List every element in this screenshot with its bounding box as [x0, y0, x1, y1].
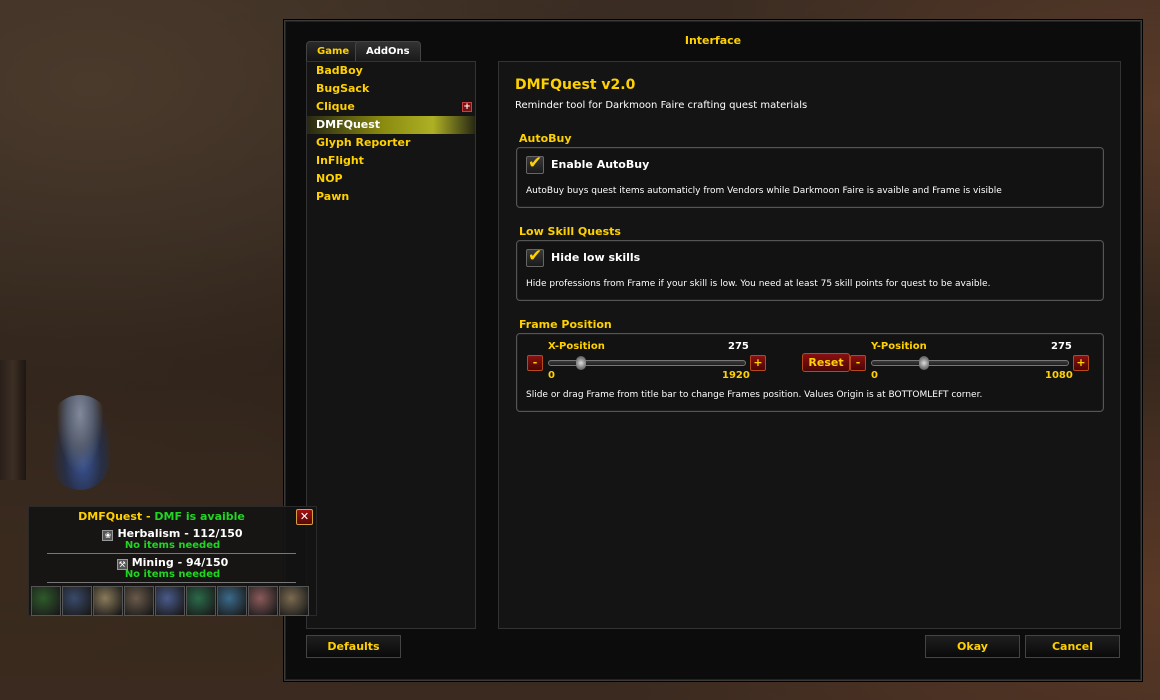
- section-label-low-skill: Low Skill Quests: [519, 225, 621, 238]
- addon-description: Reminder tool for Darkmoon Faire craftin…: [515, 100, 808, 111]
- frame-position-help-text: Slide or drag Frame from title bar to ch…: [526, 390, 983, 400]
- addon-label: InFlight: [316, 154, 364, 167]
- interface-window: Interface Game AddOns BadBoy BugSack Cli…: [284, 20, 1142, 681]
- reset-position-button[interactable]: Reset: [802, 353, 850, 372]
- armor-item-icon[interactable]: [155, 586, 185, 616]
- parchment-item-icon[interactable]: [279, 586, 309, 616]
- expand-icon[interactable]: +: [462, 102, 472, 112]
- dmfquest-frame-title[interactable]: DMFQuest - DMF is avaible: [29, 510, 294, 523]
- x-position-label: X-Position: [548, 341, 605, 352]
- section-label-frame-position: Frame Position: [519, 318, 612, 331]
- dmfquest-name: DMFQuest: [78, 510, 143, 523]
- x-position-slider[interactable]: [548, 356, 746, 370]
- y-increment-button[interactable]: +: [1073, 355, 1089, 371]
- y-min-label: 0: [871, 370, 878, 381]
- hide-low-skills-label: Hide low skills: [551, 251, 641, 264]
- addon-item-dmfquest[interactable]: DMFQuest: [307, 116, 475, 134]
- y-decrement-button[interactable]: -: [850, 355, 866, 371]
- addon-label: Glyph Reporter: [316, 136, 411, 149]
- low-skill-help-text: Hide professions from Frame if your skil…: [526, 279, 991, 289]
- title-separator: -: [142, 510, 155, 523]
- y-max-label: 1080: [1045, 370, 1073, 381]
- autobuy-checkbox-label: Enable AutoBuy: [551, 158, 650, 171]
- addon-item-glyph-reporter[interactable]: Glyph Reporter: [307, 134, 475, 152]
- gem-item-icon[interactable]: [186, 586, 216, 616]
- tab-game[interactable]: Game: [306, 41, 361, 61]
- defaults-button[interactable]: Defaults: [306, 635, 401, 658]
- close-icon[interactable]: ✕: [296, 509, 313, 525]
- mining-label: Mining - 94/150: [131, 556, 229, 569]
- profession-row-mining: ⚒ Mining - 94/150: [29, 556, 316, 570]
- dmf-status-text: DMF is avaible: [154, 510, 245, 523]
- egg-item-icon[interactable]: [248, 586, 278, 616]
- section-low-skill: ✔ Hide low skills Hide professions from …: [516, 240, 1104, 301]
- addon-list: BadBoy BugSack Clique + DMFQuest Glyph R…: [306, 61, 476, 629]
- x-position-value: 275: [728, 341, 749, 352]
- section-frame-position: X-Position 275 - + 0 1920 Reset Y-Positi…: [516, 333, 1104, 412]
- checkmark-icon: ✔: [528, 246, 543, 266]
- y-position-slider[interactable]: [871, 356, 1069, 370]
- addon-options-panel: DMFQuest v2.0 Reminder tool for Darkmoon…: [498, 61, 1121, 629]
- addon-item-pawn[interactable]: Pawn: [307, 188, 475, 206]
- box-item-icon[interactable]: [62, 586, 92, 616]
- section-label-autobuy: AutoBuy: [519, 132, 572, 145]
- x-decrement-button[interactable]: -: [527, 355, 543, 371]
- y-position-label: Y-Position: [871, 341, 927, 352]
- profession-row-herbalism: ❀ Herbalism - 112/150: [29, 527, 316, 541]
- addon-label: NOP: [316, 172, 343, 185]
- dmfquest-frame[interactable]: DMFQuest - DMF is avaible ✕ ❀ Herbalism -…: [28, 506, 317, 616]
- addon-item-bugsack[interactable]: BugSack: [307, 80, 475, 98]
- x-max-label: 1920: [722, 370, 750, 381]
- x-slider-thumb[interactable]: [576, 356, 586, 370]
- addon-item-nop[interactable]: NOP: [307, 170, 475, 188]
- divider: [47, 582, 296, 583]
- addon-label: Pawn: [316, 190, 350, 203]
- addon-label: Clique: [316, 100, 355, 113]
- herb-item-icon[interactable]: [31, 586, 61, 616]
- y-position-value: 275: [1051, 341, 1072, 352]
- autobuy-help-text: AutoBuy buys quest items automaticly fro…: [526, 186, 1002, 196]
- addon-item-inflight[interactable]: InFlight: [307, 152, 475, 170]
- book-item-icon[interactable]: [217, 586, 247, 616]
- addon-title: DMFQuest v2.0: [515, 77, 636, 93]
- background-post: [0, 360, 26, 480]
- addon-label: BugSack: [316, 82, 370, 95]
- tab-addons[interactable]: AddOns: [355, 41, 421, 61]
- hide-low-skills-checkbox[interactable]: ✔: [526, 246, 544, 267]
- divider: [47, 553, 296, 554]
- y-slider-thumb[interactable]: [919, 356, 929, 370]
- autobuy-checkbox[interactable]: ✔: [526, 153, 544, 174]
- herbalism-status: No items needed: [124, 540, 221, 551]
- x-increment-button[interactable]: +: [750, 355, 766, 371]
- addon-item-clique[interactable]: Clique +: [307, 98, 475, 116]
- quest-item-icons: [29, 586, 309, 616]
- addon-label: BadBoy: [316, 64, 363, 77]
- section-autobuy: ✔ Enable AutoBuy AutoBuy buys quest item…: [516, 147, 1104, 208]
- addon-label: DMFQuest: [316, 118, 381, 131]
- bag-item-icon[interactable]: [93, 586, 123, 616]
- scroll-item-icon[interactable]: [124, 586, 154, 616]
- checkmark-icon: ✔: [528, 153, 543, 173]
- x-min-label: 0: [548, 370, 555, 381]
- mining-status: No items needed: [124, 569, 221, 580]
- herbalism-label: Herbalism - 112/150: [117, 527, 243, 540]
- okay-button[interactable]: Okay: [925, 635, 1020, 658]
- background-character: [50, 395, 110, 490]
- addon-item-badboy[interactable]: BadBoy: [307, 62, 475, 80]
- cancel-button[interactable]: Cancel: [1025, 635, 1120, 658]
